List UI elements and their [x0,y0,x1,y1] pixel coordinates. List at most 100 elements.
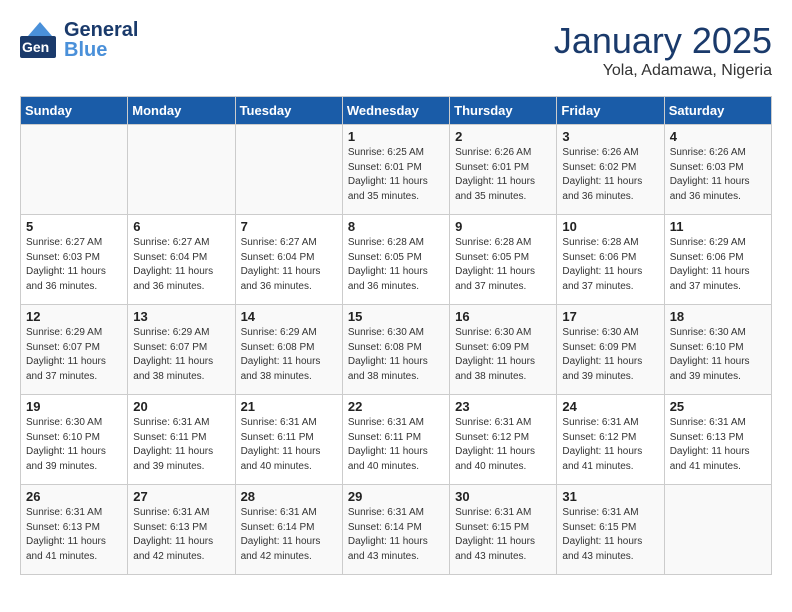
table-row: 29 Sunrise: 6:31 AM Sunset: 6:14 PM Dayli… [342,485,449,575]
title-block: January 2025 Yola, Adamawa, Nigeria [554,20,772,80]
day-number: 9 [455,219,551,234]
table-row: 17 Sunrise: 6:30 AM Sunset: 6:09 PM Dayli… [557,305,664,395]
table-row: 28 Sunrise: 6:31 AM Sunset: 6:14 PM Dayli… [235,485,342,575]
day-number: 8 [348,219,444,234]
day-number: 18 [670,309,766,324]
day-number: 22 [348,399,444,414]
day-number: 2 [455,129,551,144]
day-number: 1 [348,129,444,144]
day-number: 23 [455,399,551,414]
day-info: Sunrise: 6:27 AM Sunset: 6:04 PM Dayligh… [241,236,337,294]
table-row: 18Sunrise: 6:30 AM Sunset: 6:10 PM Dayli… [664,305,771,395]
day-number: 29 [348,489,444,504]
calendar-week-row: 26Sunrise: 6:31 AM Sunset: 6:13 PM Dayli… [21,485,772,575]
day-info: Sunrise: 6:28 AM Sunset: 6:05 PM Dayligh… [455,236,551,294]
calendar-table: Sunday Monday Tuesday Wednesday Thursday… [20,96,772,575]
day-info: Sunrise: 6:30 AM Sunset: 6:10 PM Dayligh… [26,416,122,474]
calendar-week-row: 1 Sunrise: 6:25 AM Sunset: 6:01 PM Daylig… [21,125,772,215]
day-info: Sunrise: 6:31 AM Sunset: 6:15 PM Dayligh… [562,506,658,564]
day-number: 5 [26,219,122,234]
day-info: Sunrise: 6:29 AM Sunset: 6:07 PM Dayligh… [26,326,122,384]
col-monday: Monday [128,97,235,125]
table-row: 30 Sunrise: 6:31 AM Sunset: 6:15 PM Dayli… [450,485,557,575]
day-number: 7 [241,219,337,234]
calendar-title: January 2025 [554,20,772,62]
table-row: 14 Sunrise: 6:29 AM Sunset: 6:08 PM Dayli… [235,305,342,395]
day-info: Sunrise: 6:27 AM Sunset: 6:03 PM Dayligh… [26,236,122,294]
calendar-week-row: 19 Sunrise: 6:30 AM Sunset: 6:10 PM Dayli… [21,395,772,485]
day-info: Sunrise: 6:29 AM Sunset: 6:07 PM Dayligh… [133,326,229,384]
day-info: Sunrise: 6:31 AM Sunset: 6:11 PM Dayligh… [133,416,229,474]
day-info: Sunrise: 6:30 AM Sunset: 6:09 PM Dayligh… [562,326,658,384]
day-number: 19 [26,399,122,414]
col-thursday: Thursday [450,97,557,125]
table-row: 23 Sunrise: 6:31 AM Sunset: 6:12 PM Dayli… [450,395,557,485]
day-number: 12 [26,309,122,324]
day-info: Sunrise: 6:31 AM Sunset: 6:12 PM Dayligh… [455,416,551,474]
col-saturday: Saturday [664,97,771,125]
day-info: Sunrise: 6:28 AM Sunset: 6:05 PM Dayligh… [348,236,444,294]
table-row: 21 Sunrise: 6:31 AM Sunset: 6:11 PM Dayli… [235,395,342,485]
day-info: Sunrise: 6:29 AM Sunset: 6:06 PM Dayligh… [670,236,766,294]
day-number: 16 [455,309,551,324]
table-row [21,125,128,215]
table-row: 11 Sunrise: 6:29 AM Sunset: 6:06 PM Dayli… [664,215,771,305]
day-number: 3 [562,129,658,144]
day-info: Sunrise: 6:31 AM Sunset: 6:12 PM Dayligh… [562,416,658,474]
calendar-week-row: 5 Sunrise: 6:27 AM Sunset: 6:03 PM Daylig… [21,215,772,305]
day-number: 11 [670,219,766,234]
day-info: Sunrise: 6:29 AM Sunset: 6:08 PM Dayligh… [241,326,337,384]
logo-general: General [64,19,138,41]
day-number: 31 [562,489,658,504]
svg-text:Gen: Gen [22,39,49,55]
table-row [235,125,342,215]
day-info: Sunrise: 6:26 AM Sunset: 6:01 PM Dayligh… [455,146,551,204]
table-row: 9 Sunrise: 6:28 AM Sunset: 6:05 PM Daylig… [450,215,557,305]
day-info: Sunrise: 6:31 AM Sunset: 6:13 PM Dayligh… [26,506,122,564]
table-row: 4Sunrise: 6:26 AM Sunset: 6:03 PM Daylig… [664,125,771,215]
table-row: 31 Sunrise: 6:31 AM Sunset: 6:15 PM Dayli… [557,485,664,575]
day-info: Sunrise: 6:26 AM Sunset: 6:03 PM Dayligh… [670,146,766,204]
day-number: 14 [241,309,337,324]
day-number: 27 [133,489,229,504]
table-row: 26Sunrise: 6:31 AM Sunset: 6:13 PM Dayli… [21,485,128,575]
table-row: 22Sunrise: 6:31 AM Sunset: 6:11 PM Dayli… [342,395,449,485]
calendar-week-row: 12 Sunrise: 6:29 AM Sunset: 6:07 PM Dayli… [21,305,772,395]
table-row: 24 Sunrise: 6:31 AM Sunset: 6:12 PM Dayli… [557,395,664,485]
day-number: 28 [241,489,337,504]
col-friday: Friday [557,97,664,125]
day-info: Sunrise: 6:28 AM Sunset: 6:06 PM Dayligh… [562,236,658,294]
table-row: 27Sunrise: 6:31 AM Sunset: 6:13 PM Dayli… [128,485,235,575]
day-info: Sunrise: 6:31 AM Sunset: 6:15 PM Dayligh… [455,506,551,564]
calendar-header-row: Sunday Monday Tuesday Wednesday Thursday… [21,97,772,125]
day-number: 21 [241,399,337,414]
day-number: 30 [455,489,551,504]
table-row: 12 Sunrise: 6:29 AM Sunset: 6:07 PM Dayli… [21,305,128,395]
logo-blue: Blue [64,40,138,60]
day-number: 24 [562,399,658,414]
day-number: 25 [670,399,766,414]
table-row: 13 Sunrise: 6:29 AM Sunset: 6:07 PM Dayli… [128,305,235,395]
day-number: 17 [562,309,658,324]
table-row: 5 Sunrise: 6:27 AM Sunset: 6:03 PM Daylig… [21,215,128,305]
day-number: 10 [562,219,658,234]
col-tuesday: Tuesday [235,97,342,125]
day-number: 13 [133,309,229,324]
day-info: Sunrise: 6:31 AM Sunset: 6:11 PM Dayligh… [241,416,337,474]
table-row [128,125,235,215]
table-row: 16Sunrise: 6:30 AM Sunset: 6:09 PM Dayli… [450,305,557,395]
day-info: Sunrise: 6:26 AM Sunset: 6:02 PM Dayligh… [562,146,658,204]
day-info: Sunrise: 6:31 AM Sunset: 6:14 PM Dayligh… [241,506,337,564]
table-row: 10 Sunrise: 6:28 AM Sunset: 6:06 PM Dayli… [557,215,664,305]
calendar-subtitle: Yola, Adamawa, Nigeria [554,62,772,80]
day-info: Sunrise: 6:31 AM Sunset: 6:14 PM Dayligh… [348,506,444,564]
table-row: 6 Sunrise: 6:27 AM Sunset: 6:04 PM Daylig… [128,215,235,305]
day-info: Sunrise: 6:25 AM Sunset: 6:01 PM Dayligh… [348,146,444,204]
table-row: 19 Sunrise: 6:30 AM Sunset: 6:10 PM Dayli… [21,395,128,485]
day-number: 6 [133,219,229,234]
page-header: Gen General Blue January 2025 Yola, Adam… [20,20,772,80]
day-number: 20 [133,399,229,414]
day-info: Sunrise: 6:27 AM Sunset: 6:04 PM Dayligh… [133,236,229,294]
table-row: 3 Sunrise: 6:26 AM Sunset: 6:02 PM Daylig… [557,125,664,215]
table-row: 8 Sunrise: 6:28 AM Sunset: 6:05 PM Daylig… [342,215,449,305]
